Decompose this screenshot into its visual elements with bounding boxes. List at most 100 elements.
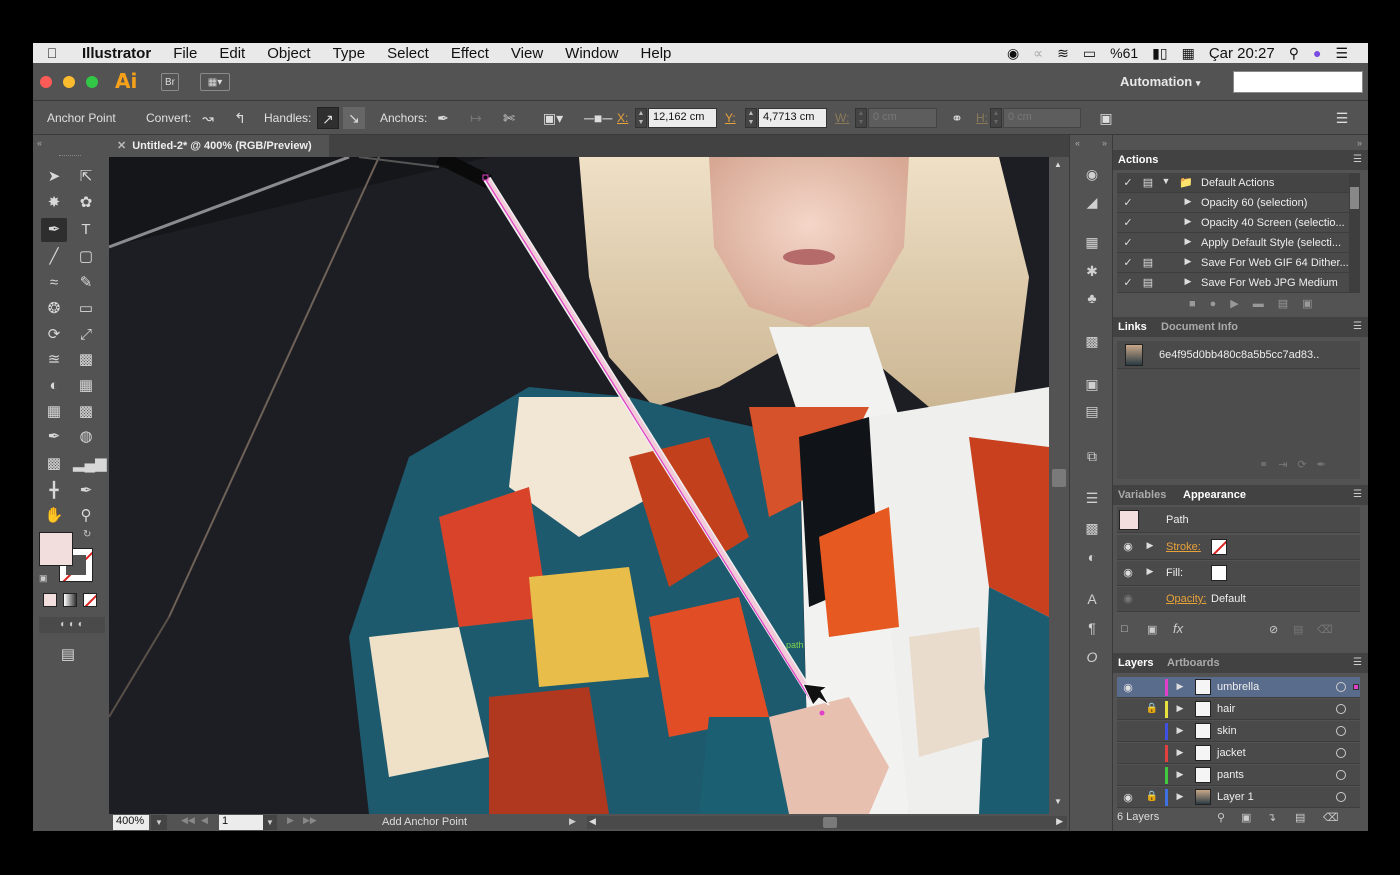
variables-tab[interactable]: Variables [1118, 489, 1166, 501]
paintbrush-tool-icon[interactable]: ≈ [41, 271, 67, 295]
locate-object-icon[interactable]: ⚲ [1217, 811, 1225, 824]
scroll-down-icon[interactable]: ▼ [1054, 797, 1062, 806]
opacity-label[interactable]: Opacity: [1166, 593, 1206, 605]
transform-panel-icon[interactable]: ▣ [1080, 373, 1104, 395]
next-artboard-icon[interactable]: ▶ [287, 815, 294, 826]
actions-panel-menu-icon[interactable]: ☰ [1353, 154, 1362, 165]
layer-name[interactable]: pants [1217, 769, 1244, 781]
dialog-toggle-icon[interactable]: ▤ [1141, 176, 1155, 190]
lock-icon[interactable]: 🔒 [1145, 791, 1159, 805]
convert-to-smooth-icon[interactable]: ↰ [229, 107, 251, 129]
line-segment-tool-icon[interactable]: ╱ [41, 245, 67, 269]
previous-artboard-icon[interactable]: ◀ [201, 815, 208, 826]
menu-select[interactable]: Select [376, 45, 440, 62]
layers-tab[interactable]: Layers [1118, 657, 1153, 669]
expand-layer-icon[interactable]: ▶ [1173, 747, 1187, 761]
swatches-icon[interactable]: ▦ [1080, 231, 1104, 253]
bluetooth-icon[interactable]: ∝ [1033, 45, 1043, 62]
layer-row[interactable]: ▶ skin [1117, 721, 1360, 742]
status-current-tool[interactable]: Add Anchor Point [382, 816, 467, 828]
brushes-icon[interactable]: ✱ [1080, 260, 1104, 282]
type-tool-icon[interactable]: T [73, 218, 99, 242]
stroke-label[interactable]: Stroke: [1166, 541, 1201, 553]
appearance-tab[interactable]: Appearance [1183, 489, 1246, 501]
expand-set-icon[interactable]: ▼ [1159, 176, 1173, 190]
horizontal-scrollbar[interactable]: ◀ ▶ [587, 816, 1067, 829]
pen-tool-icon[interactable]: ✒ [41, 218, 67, 242]
target-circle-icon[interactable] [1336, 792, 1346, 802]
layer-name[interactable]: umbrella [1217, 681, 1259, 693]
scroll-right-icon[interactable]: ▶ [1056, 816, 1063, 827]
artboard-tool-icon[interactable]: ╋ [41, 479, 67, 503]
toggle-check-icon[interactable]: ✓ [1121, 256, 1135, 270]
expand-action-icon[interactable]: ▶ [1181, 256, 1195, 270]
action-item[interactable]: ✓ ▶ Opacity 60 (selection) [1117, 193, 1360, 213]
rectangle-tool-icon[interactable]: ▢ [73, 245, 99, 269]
toolbox-grip[interactable] [59, 155, 81, 157]
layers-panel-menu-icon[interactable]: ☰ [1353, 657, 1362, 668]
vertical-scrollbar[interactable]: ▲ ▼ [1049, 157, 1069, 814]
toggle-check-icon[interactable]: ✓ [1121, 176, 1135, 190]
visibility-eye-icon[interactable]: ◉ [1121, 540, 1135, 554]
connect-anchors-icon[interactable]: ↦ [465, 107, 487, 129]
gradient-panel-icon[interactable]: ▩ [1080, 517, 1104, 539]
expand-layer-icon[interactable]: ▶ [1173, 703, 1187, 717]
arrange-documents-icon[interactable]: ▦▾ [200, 73, 230, 91]
help-search-input[interactable] [1233, 71, 1363, 93]
battery-percent[interactable]: %61 [1110, 45, 1138, 61]
slice-tool-icon[interactable]: ✒ [73, 479, 99, 503]
target-circle-icon[interactable] [1336, 770, 1346, 780]
delete-layer-icon[interactable]: ⌫ [1323, 811, 1339, 824]
layer-row[interactable]: ◉ ▶ umbrella [1117, 677, 1360, 698]
document-info-tab[interactable]: Document Info [1161, 321, 1238, 333]
expand-layer-icon[interactable]: ▶ [1173, 681, 1187, 695]
fill-attribute-row[interactable]: ◉ ▶ Fill: [1117, 561, 1360, 586]
opentype-icon[interactable]: O [1080, 646, 1104, 668]
clear-appearance-icon[interactable]: ⊘ [1269, 623, 1278, 636]
symbols-icon[interactable]: ♣ [1080, 287, 1104, 309]
y-stepper[interactable]: ▲ ▼ [745, 108, 757, 128]
workspace-switcher[interactable]: Automation ▾ [1120, 74, 1200, 89]
duplicate-item-icon[interactable]: ▤ [1293, 623, 1303, 636]
fill-swatch[interactable] [39, 532, 73, 566]
rotate-tool-icon[interactable]: ⟳ [41, 323, 67, 347]
toggle-check-icon[interactable]: ✓ [1121, 236, 1135, 250]
status-menu-icon[interactable]: ▶ [569, 816, 576, 827]
toggle-check-icon[interactable]: ✓ [1121, 276, 1135, 290]
zoom-tool-icon[interactable]: ⚲ [73, 504, 99, 528]
links-footer-icons[interactable]: ⚭⇥⟳✒ [1259, 458, 1336, 471]
expand-action-icon[interactable]: ▶ [1181, 236, 1195, 250]
expand-layer-icon[interactable]: ▶ [1173, 769, 1187, 783]
appearance-panel-menu-icon[interactable]: ☰ [1353, 489, 1362, 500]
zoom-level-field[interactable]: 400% [113, 815, 149, 830]
eyedropper-tool-icon[interactable]: ✒ [41, 425, 67, 449]
expand-action-icon[interactable]: ▶ [1181, 276, 1195, 290]
align-icon[interactable]: ─■─ [584, 107, 612, 129]
link-proportions-icon[interactable]: ⚭ [946, 107, 968, 129]
dialog-toggle-icon[interactable]: ▤ [1141, 276, 1155, 290]
action-item[interactable]: ✓ ▤ ▶ Save For Web GIF 64 Dither... [1117, 253, 1360, 273]
expand-layer-icon[interactable]: ▶ [1173, 725, 1187, 739]
screen-mode-icon[interactable]: ▤ [55, 643, 81, 667]
stroke-panel-icon[interactable]: ☰ [1080, 487, 1104, 509]
mesh-tool-icon[interactable]: ▦ [41, 400, 67, 424]
target-circle-icon[interactable] [1336, 704, 1346, 714]
opacity-attribute-row[interactable]: ◉ Opacity: Default [1117, 587, 1360, 612]
action-item[interactable]: ✓ ▤ ▶ Save For Web JPG Medium [1117, 273, 1360, 293]
hide-handles-icon[interactable]: ↘ [343, 107, 365, 129]
keyboard-icon[interactable]: ▦ [1182, 45, 1195, 62]
expand-action-icon[interactable]: ▶ [1181, 196, 1195, 210]
none-mode-button[interactable] [83, 593, 97, 607]
lock-icon[interactable]: 🔒 [1145, 703, 1159, 717]
menu-file[interactable]: File [162, 45, 208, 62]
artboard-canvas[interactable]: path [109, 157, 1049, 814]
link-item[interactable]: 6e4f95d0bb480c8a5b5cc7ad83.. [1117, 341, 1360, 369]
actions-scrollbar[interactable] [1349, 173, 1360, 293]
visibility-eye-icon[interactable]: ◉ [1121, 791, 1135, 805]
menu-view[interactable]: View [500, 45, 554, 62]
x-position-field[interactable]: 12,162 cm [648, 108, 717, 128]
close-window-button[interactable] [40, 76, 52, 88]
layer-name[interactable]: skin [1217, 725, 1237, 737]
add-stroke-icon[interactable]: □ [1121, 623, 1128, 635]
artboards-tab[interactable]: Artboards [1167, 657, 1220, 669]
